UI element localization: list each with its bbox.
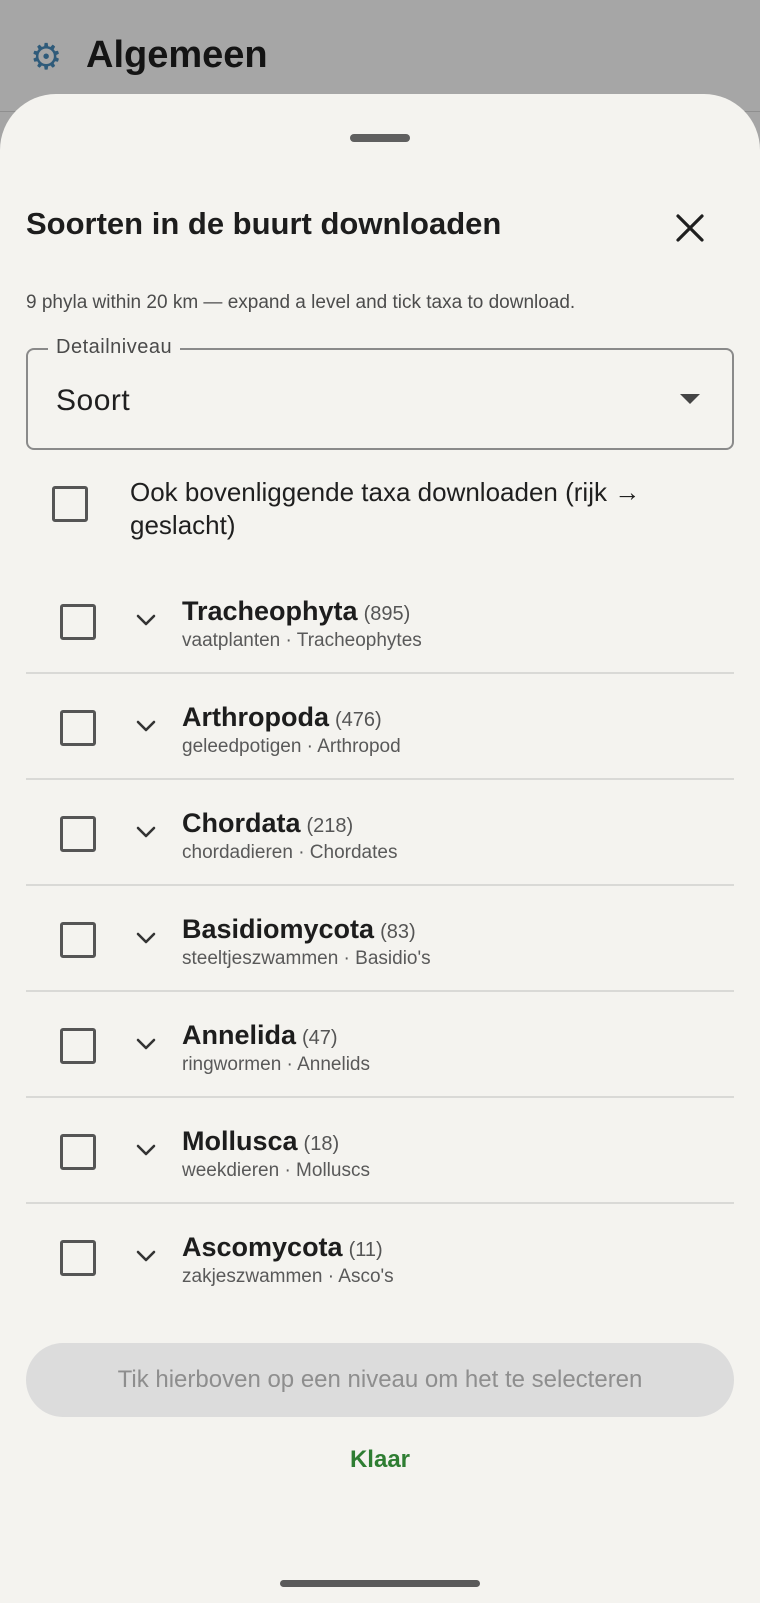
taxon-checkbox[interactable] (60, 1134, 96, 1170)
taxon-row[interactable]: Chordata (218) chordadieren · Chordates (26, 780, 734, 886)
taxon-common-names: vaatplanten · Tracheophytes (182, 630, 422, 651)
taxon-checkbox[interactable] (60, 816, 96, 852)
taxon-count: (18) (303, 1133, 340, 1155)
taxon-count: (47) (302, 1027, 338, 1049)
chevron-down-icon[interactable] (134, 1244, 158, 1268)
taxon-common-names: steeltjeszwammen · Basidio's (182, 948, 431, 969)
taxon-name: Annelida (182, 1020, 297, 1050)
sheet-title: Soorten in de buurt downloaden (26, 206, 502, 241)
home-indicator (280, 1580, 480, 1587)
taxon-row[interactable]: Mollusca (18) weekdieren · Molluscs (26, 1098, 734, 1204)
taxon-count: (218) (306, 815, 354, 837)
taxon-count: (895) (363, 603, 411, 625)
taxon-checkbox[interactable] (60, 604, 96, 640)
done-button[interactable]: Klaar (300, 1430, 460, 1490)
taxon-name: Ascomycota (182, 1232, 343, 1262)
close-button[interactable] (664, 202, 716, 254)
include-ancestors-label: Ook bovenliggende taxa downloaden (rijk … (130, 477, 641, 540)
include-ancestors-checkbox[interactable] (52, 486, 88, 522)
include-ancestors-option[interactable]: Ook bovenliggende taxa downloaden (rijk … (26, 468, 734, 568)
chevron-down-icon[interactable] (134, 714, 158, 738)
close-icon (676, 214, 704, 242)
chevron-down-icon[interactable] (134, 1032, 158, 1056)
taxon-count: (83) (380, 921, 416, 943)
background-page-title: Algemeen (86, 34, 268, 76)
taxon-name: Basidiomycota (182, 914, 375, 944)
drag-handle[interactable] (350, 134, 410, 142)
chevron-down-icon[interactable] (134, 926, 158, 950)
taxon-checkbox[interactable] (60, 710, 96, 746)
taxon-count: (11) (348, 1239, 383, 1261)
taxon-name: Arthropoda (182, 702, 329, 732)
taxon-name: Tracheophyta (182, 596, 358, 626)
taxon-checkbox[interactable] (60, 1028, 96, 1064)
taxon-row[interactable]: Ascomycota (11) zakjeszwammen · Asco's (26, 1204, 734, 1310)
taxon-common-names: geleedpotigen · Arthropod (182, 736, 401, 757)
download-nearby-species-sheet: Soorten in de buurt downloaden 9 phyla w… (0, 94, 760, 1603)
taxon-checkbox[interactable] (60, 922, 96, 958)
detail-level-value: Soort (56, 384, 131, 417)
chevron-down-icon[interactable] (134, 1138, 158, 1162)
taxon-name: Chordata (182, 808, 301, 838)
taxon-common-names: zakjeszwammen · Asco's (182, 1266, 394, 1287)
chevron-down-icon[interactable] (134, 608, 158, 632)
detail-level-label: Detailniveau (48, 336, 181, 359)
taxon-common-names: ringwormen · Annelids (182, 1054, 370, 1075)
taxon-checkbox[interactable] (60, 1240, 96, 1276)
taxon-common-names: chordadieren · Chordates (182, 842, 398, 863)
taxon-row[interactable]: Annelida (47) ringwormen · Annelids (26, 992, 734, 1098)
taxon-count: (476) (334, 709, 382, 731)
taxa-list: Tracheophyta (895) vaatplanten · Tracheop… (26, 568, 734, 1310)
chevron-down-icon[interactable] (134, 820, 158, 844)
detail-level-dropdown[interactable]: Detailniveau Soort (26, 336, 734, 450)
sheet-subtitle: 9 phyla within 20 km — expand a level an… (26, 292, 576, 313)
gear-icon: ⚙ (30, 37, 63, 78)
taxon-row[interactable]: Arthropoda (476) geleedpotigen · Arthropo… (26, 674, 734, 780)
taxon-row[interactable]: Basidiomycota (83) steeltjeszwammen · Bas… (26, 886, 734, 992)
taxon-common-names: weekdieren · Molluscs (182, 1160, 370, 1181)
select-level-button[interactable]: Tik hierboven op een niveau om het te se… (26, 1343, 734, 1417)
caret-down-icon (680, 394, 700, 404)
taxon-row[interactable]: Tracheophyta (895) vaatplanten · Tracheop… (26, 568, 734, 674)
taxon-name: Mollusca (182, 1126, 298, 1156)
